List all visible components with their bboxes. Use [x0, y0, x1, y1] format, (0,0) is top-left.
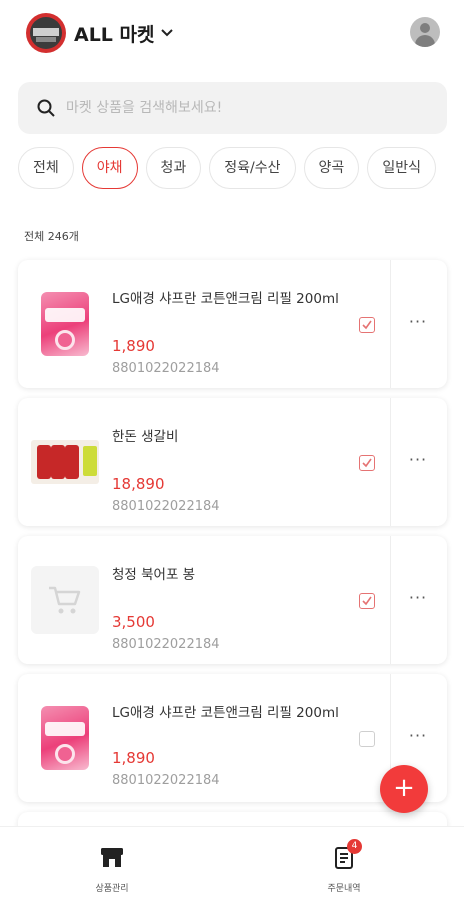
add-product-button[interactable]: +	[380, 765, 428, 813]
search-input[interactable]	[66, 94, 426, 122]
select-checkbox[interactable]	[359, 593, 375, 609]
product-barcode: 8801022022184	[112, 637, 220, 652]
profile-avatar[interactable]	[410, 17, 440, 47]
nav-order-history[interactable]: 4 주문내역	[284, 839, 404, 894]
product-name: 한돈 생갈비	[112, 429, 179, 445]
product-barcode: 8801022022184	[112, 499, 220, 514]
product-card[interactable]: 청정 북어포 봉 3,500 8801022022184 ···	[18, 536, 447, 664]
product-price: 18,890	[112, 475, 165, 493]
category-chip-meat-seafood[interactable]: 정육/수산	[209, 147, 296, 189]
market-title: ALL 마켓	[74, 24, 155, 46]
product-card[interactable]: LG애경 샤프란 코튼앤크림 리필 200ml 1,890 8801022022…	[18, 260, 447, 388]
category-chip-vegetables[interactable]: 야채	[81, 147, 138, 189]
bottom-navigation: 상품관리 4 주문내역	[0, 826, 464, 900]
product-price: 3,500	[112, 613, 155, 631]
receipt-icon: 4	[331, 839, 362, 871]
product-price: 1,890	[112, 749, 155, 767]
checkmark-icon	[362, 320, 372, 330]
order-count-badge: 4	[347, 839, 362, 854]
select-checkbox[interactable]	[359, 731, 375, 747]
product-image	[31, 704, 99, 772]
app-header: ALL 마켓	[0, 0, 464, 68]
category-chips: 전체 야채 청과 정육/수산 양곡 일반식	[18, 147, 464, 191]
more-options-icon[interactable]: ···	[404, 588, 432, 608]
category-chip-general-food[interactable]: 일반식	[367, 147, 436, 189]
product-count: 전체 246개	[24, 230, 79, 243]
category-chip-all[interactable]: 전체	[18, 147, 74, 189]
product-price: 1,890	[112, 337, 155, 355]
search-icon	[36, 98, 56, 118]
product-image	[31, 428, 99, 496]
product-name: LG애경 샤프란 코튼앤크림 리필 200ml	[112, 705, 339, 721]
checkmark-icon	[362, 596, 372, 606]
product-image	[31, 290, 99, 358]
nav-label: 상품관리	[95, 884, 129, 894]
category-chip-grains[interactable]: 양곡	[303, 147, 360, 189]
market-selector[interactable]: ALL 마켓	[74, 20, 173, 47]
checkmark-icon	[362, 458, 372, 468]
store-logo[interactable]	[26, 13, 66, 53]
category-chip-fruits[interactable]: 청과	[145, 147, 202, 189]
product-name: LG애경 샤프란 코튼앤크림 리필 200ml	[112, 291, 339, 307]
product-barcode: 8801022022184	[112, 361, 220, 376]
store-icon	[99, 845, 125, 871]
cart-placeholder-icon	[31, 566, 99, 634]
more-options-icon[interactable]: ···	[404, 450, 432, 470]
product-name: 청정 북어포 봉	[112, 567, 196, 583]
nav-product-management[interactable]: 상품관리	[52, 845, 172, 894]
more-options-icon[interactable]: ···	[404, 312, 432, 332]
chevron-down-icon	[160, 26, 173, 41]
nav-label: 주문내역	[327, 884, 361, 894]
search-bar	[18, 82, 447, 134]
product-barcode: 8801022022184	[112, 773, 220, 788]
product-card[interactable]: 한돈 생갈비 18,890 8801022022184 ···	[18, 398, 447, 526]
select-checkbox[interactable]	[359, 317, 375, 333]
more-options-icon[interactable]: ···	[404, 726, 432, 746]
select-checkbox[interactable]	[359, 455, 375, 471]
